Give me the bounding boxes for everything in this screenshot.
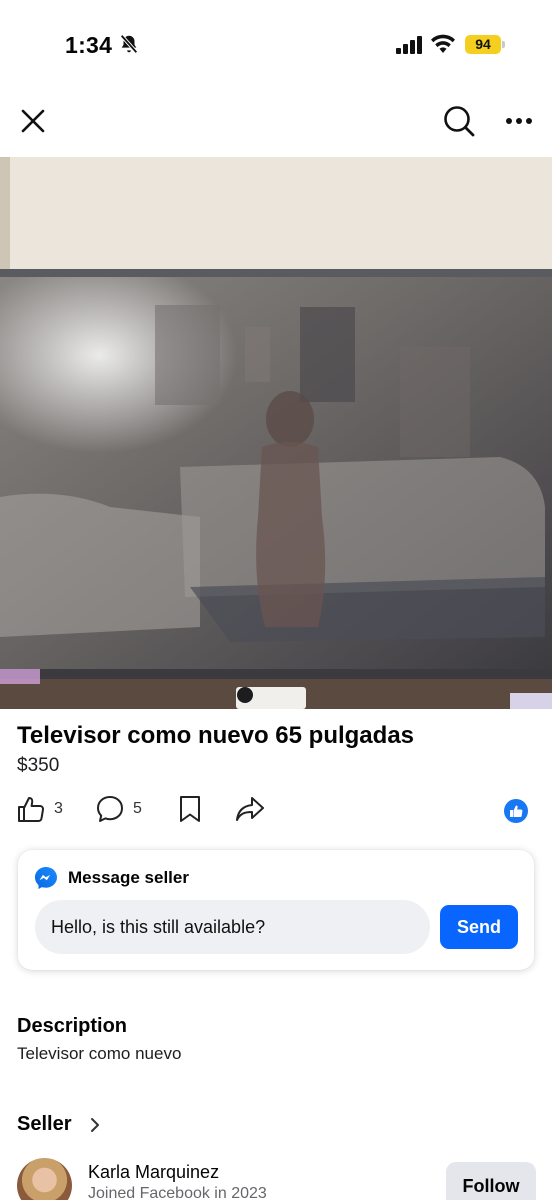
follow-button[interactable]: Follow [446, 1162, 536, 1200]
send-button[interactable]: Send [440, 905, 518, 949]
message-header: Message seller [34, 866, 189, 890]
search-button[interactable] [438, 100, 480, 142]
listing-title: Televisor como nuevo 65 pulgadas [17, 722, 415, 749]
battery-cap [502, 41, 505, 48]
close-button[interactable] [14, 102, 52, 140]
bell-slash-icon [118, 33, 140, 60]
more-icon [506, 118, 532, 124]
messenger-icon [35, 867, 57, 889]
seller-avatar[interactable] [17, 1158, 72, 1200]
seller-name[interactable]: Karla Marquinez [88, 1162, 219, 1183]
thumbs-up-icon [18, 797, 44, 823]
listing-price: $350 [17, 755, 60, 776]
like-count: 3 [54, 800, 63, 817]
seller-section-link[interactable]: Seller [17, 1113, 101, 1136]
like-button[interactable]: 3 [16, 794, 63, 824]
top-nav [0, 92, 552, 152]
bookmark-icon [180, 796, 200, 822]
action-row: 3 5 [0, 792, 552, 832]
message-input[interactable]: Hello, is this still available? [35, 900, 430, 954]
listing-photo[interactable] [0, 157, 552, 709]
like-reaction-icon [504, 799, 528, 823]
message-title: Message seller [68, 868, 189, 887]
more-options-button[interactable] [500, 102, 538, 140]
chevron-right-icon [91, 1117, 100, 1132]
seller-heading: Seller [17, 1113, 72, 1135]
comment-button[interactable]: 5 [95, 794, 142, 824]
status-time: 1:34 [65, 32, 113, 58]
share-icon [236, 797, 264, 821]
close-icon [21, 109, 45, 133]
wifi-icon [430, 34, 456, 59]
seller-joined: Joined Facebook in 2023 [88, 1185, 267, 1200]
signal-icon [396, 36, 424, 59]
save-button[interactable] [177, 794, 203, 824]
comment-count: 5 [133, 800, 142, 817]
search-icon [444, 106, 475, 137]
share-button[interactable] [234, 794, 266, 824]
description-text: Televisor como nuevo [17, 1044, 182, 1063]
comment-icon [97, 796, 123, 822]
message-seller-card: Message seller Hello, is this still avai… [18, 850, 534, 970]
description-heading: Description [17, 1015, 128, 1037]
battery-indicator: 94 [465, 35, 501, 54]
status-bar: 1:34 94 [0, 0, 552, 90]
